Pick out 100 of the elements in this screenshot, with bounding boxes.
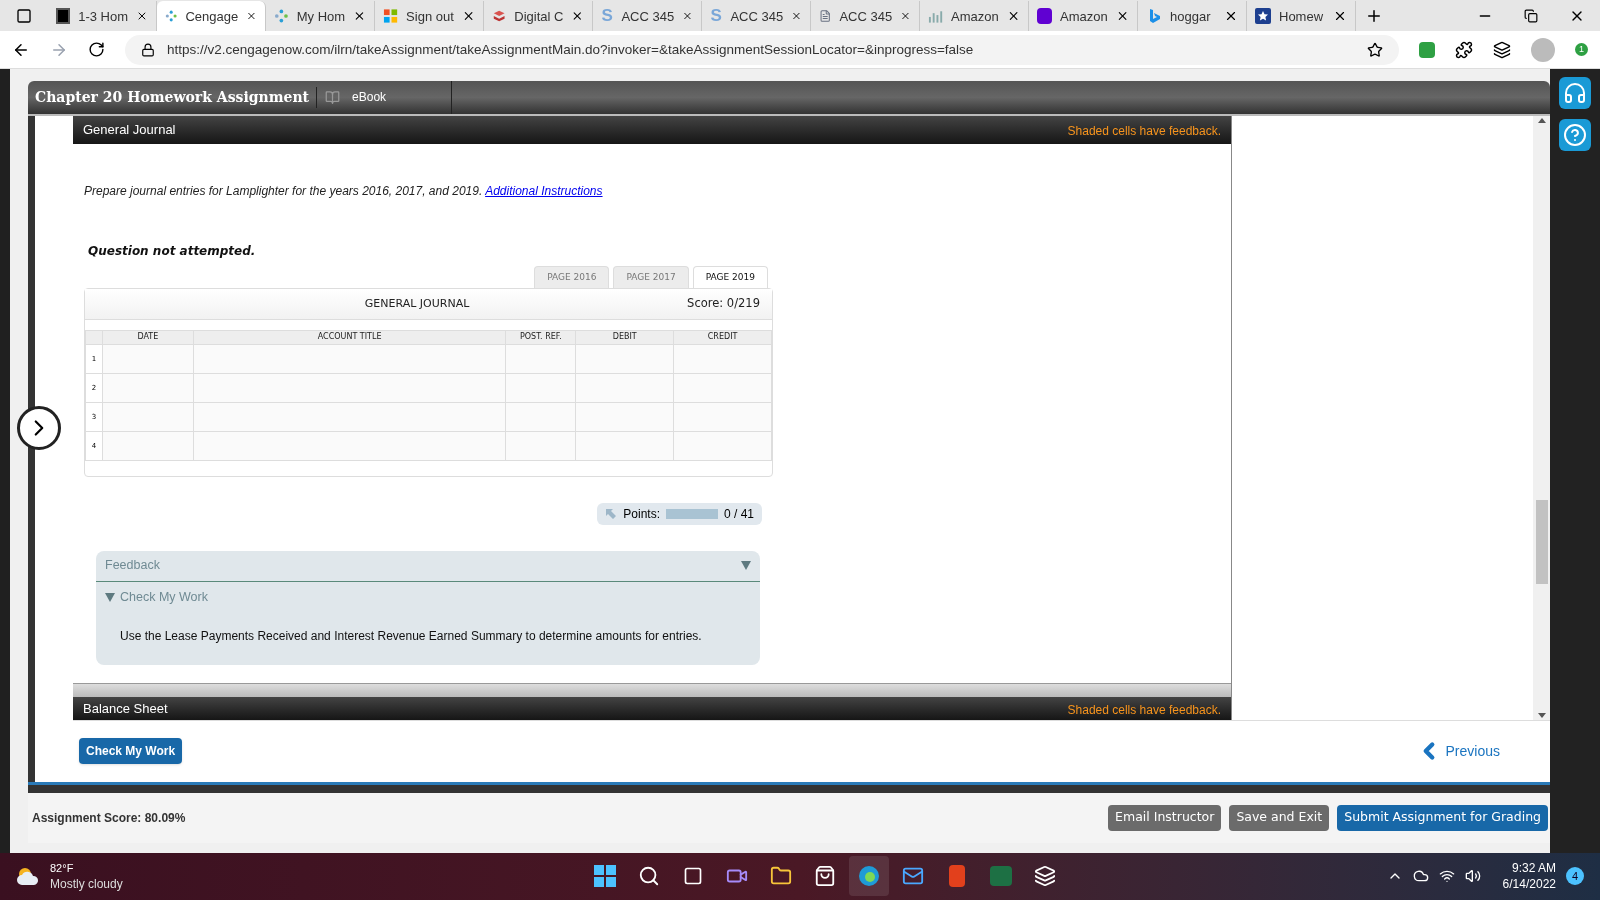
assignment-title: Chapter 20 Homework Assignment [28,86,318,108]
tab-title: hoggar [1170,7,1212,26]
table-input-cell[interactable] [102,344,194,374]
browser-icon[interactable] [856,864,881,889]
status-text: Question not attempted. [88,242,257,260]
tab-actions-icon[interactable] [16,7,32,24]
sparkle-icon [274,8,289,25]
page-tab[interactable]: PAGE 2019 [692,265,768,288]
ebook-tab[interactable]: eBook [317,80,453,114]
table-input-cell[interactable] [193,373,507,403]
tab-title: Homew [1279,7,1325,26]
help-icon [1563,122,1587,147]
points-reading: 0 / 41 [723,505,754,523]
points-bar [665,508,718,519]
tab-title: ACC 345 [839,7,893,26]
table-input-cell[interactable] [193,402,507,432]
windows-icon [383,8,399,25]
feedback-notice: Shaded cells have feedback. [1067,123,1221,141]
refresh-icon[interactable] [88,41,105,59]
browser-tab[interactable]: Cengage [157,1,266,32]
panel-title: Balance Sheet [83,699,168,718]
instructions-link[interactable]: Additional Instructions [485,183,603,198]
wifi-icon[interactable] [1438,868,1455,885]
footer-button[interactable]: Save and Exit [1229,804,1330,831]
expand-button[interactable] [17,405,61,450]
table-input-cell[interactable] [102,373,194,403]
volume-icon[interactable] [1464,868,1481,885]
score-text: Score: 0/219 [687,295,760,313]
tab-title: 1-3 Hom [78,7,129,26]
book-icon [325,89,341,105]
tab-title: My Hom [296,7,346,26]
scrollbar[interactable] [1533,115,1550,720]
tab-favicon-icon [56,8,71,25]
column-header: POST. REF. [506,329,577,345]
journal-title: GENERAL JOURNAL [363,295,471,312]
table-input-cell[interactable] [674,402,772,432]
bar-chart-icon [928,8,944,25]
panel-title: General Journal [83,121,176,140]
table-input-cell[interactable] [674,431,772,461]
column-header: ACCOUNT TITLE [193,329,507,345]
page-tab[interactable]: PAGE 2016 [534,265,610,288]
column-header: DEBIT [576,329,675,345]
app-icon[interactable] [1033,865,1056,888]
weather-text: Mostly cloudy [50,876,123,893]
footer-button[interactable]: Email Instructor [1108,804,1222,831]
tab-title: Amazon [1060,7,1108,26]
page-tab[interactable]: PAGE 2017 [613,265,689,288]
table-input-cell[interactable] [576,373,675,403]
table-input-cell[interactable] [102,402,194,432]
headset-icon [1563,80,1587,105]
extension-badge: 1 [1575,43,1588,57]
table-input-cell[interactable] [674,344,772,374]
favicon-letter: S [601,8,614,25]
windows-start-icon[interactable] [593,865,616,888]
table-input-cell[interactable] [506,402,577,432]
address-field[interactable]: https://v2.cengagenow.com/ilrn/takeAssignment/takeAssignmentMain.do?invoker=&takeAssignmentSessionLocator=&inprogress=false [125,34,1399,65]
table-input-cell[interactable] [506,344,577,374]
temperature-text: 82°F [50,861,75,877]
office-icon[interactable] [948,865,965,888]
favicon-letter: S [710,8,723,25]
table-input-cell[interactable] [193,344,507,374]
store-icon[interactable] [813,865,836,888]
favorite-icon[interactable] [1367,41,1383,58]
tab-title: Amazon [951,7,999,26]
table-input-cell[interactable] [674,373,772,403]
column-header: CREDIT [674,329,772,345]
check-work-button[interactable]: Check My Work [79,738,183,765]
column-header: DATE [102,329,194,345]
restore-icon[interactable] [1524,8,1538,23]
help-button[interactable] [1559,118,1591,151]
previous-link[interactable]: Previous [1415,738,1500,765]
lock-icon [141,42,155,57]
support-button[interactable] [1559,76,1591,109]
tab-title: Digital C [514,7,564,26]
arrow-icon [605,507,618,520]
assignment-score: Assignment Score: 80.09% [32,809,186,827]
notification-badge[interactable]: 4 [1566,867,1584,886]
table-input-cell[interactable] [576,402,675,432]
table-input-cell[interactable] [193,431,507,461]
task-view-icon[interactable] [682,866,703,887]
document-icon [819,8,832,25]
tab-title: Cengage [185,7,239,26]
collections-icon[interactable] [1493,40,1511,59]
table-input-cell[interactable] [576,344,675,374]
table-input-cell[interactable] [576,431,675,461]
tab-title: ACC 345 [730,7,784,26]
table-input-cell[interactable] [506,431,577,461]
footer-button[interactable]: Submit Assignment for Grading [1337,804,1548,831]
feedback-text: Use the Lease Payments Received and Interest Revenue Earned Summary to determine amounts for entries. [120,627,703,645]
tab-title: Sign out [406,7,454,26]
feedback-title: Feedback [105,557,160,575]
tab-title: ACC 345 [621,7,675,26]
section-title: Check My Work [120,588,208,606]
table-input-cell[interactable] [102,431,194,461]
clock-date[interactable]: 6/14/2022 [1502,876,1556,893]
clock-time[interactable]: 9:32 AM [1511,860,1556,877]
table-input-cell[interactable] [506,373,577,403]
points-label: Points: [623,505,660,523]
extensions-icon[interactable] [1455,40,1473,59]
search-icon[interactable] [637,865,660,888]
